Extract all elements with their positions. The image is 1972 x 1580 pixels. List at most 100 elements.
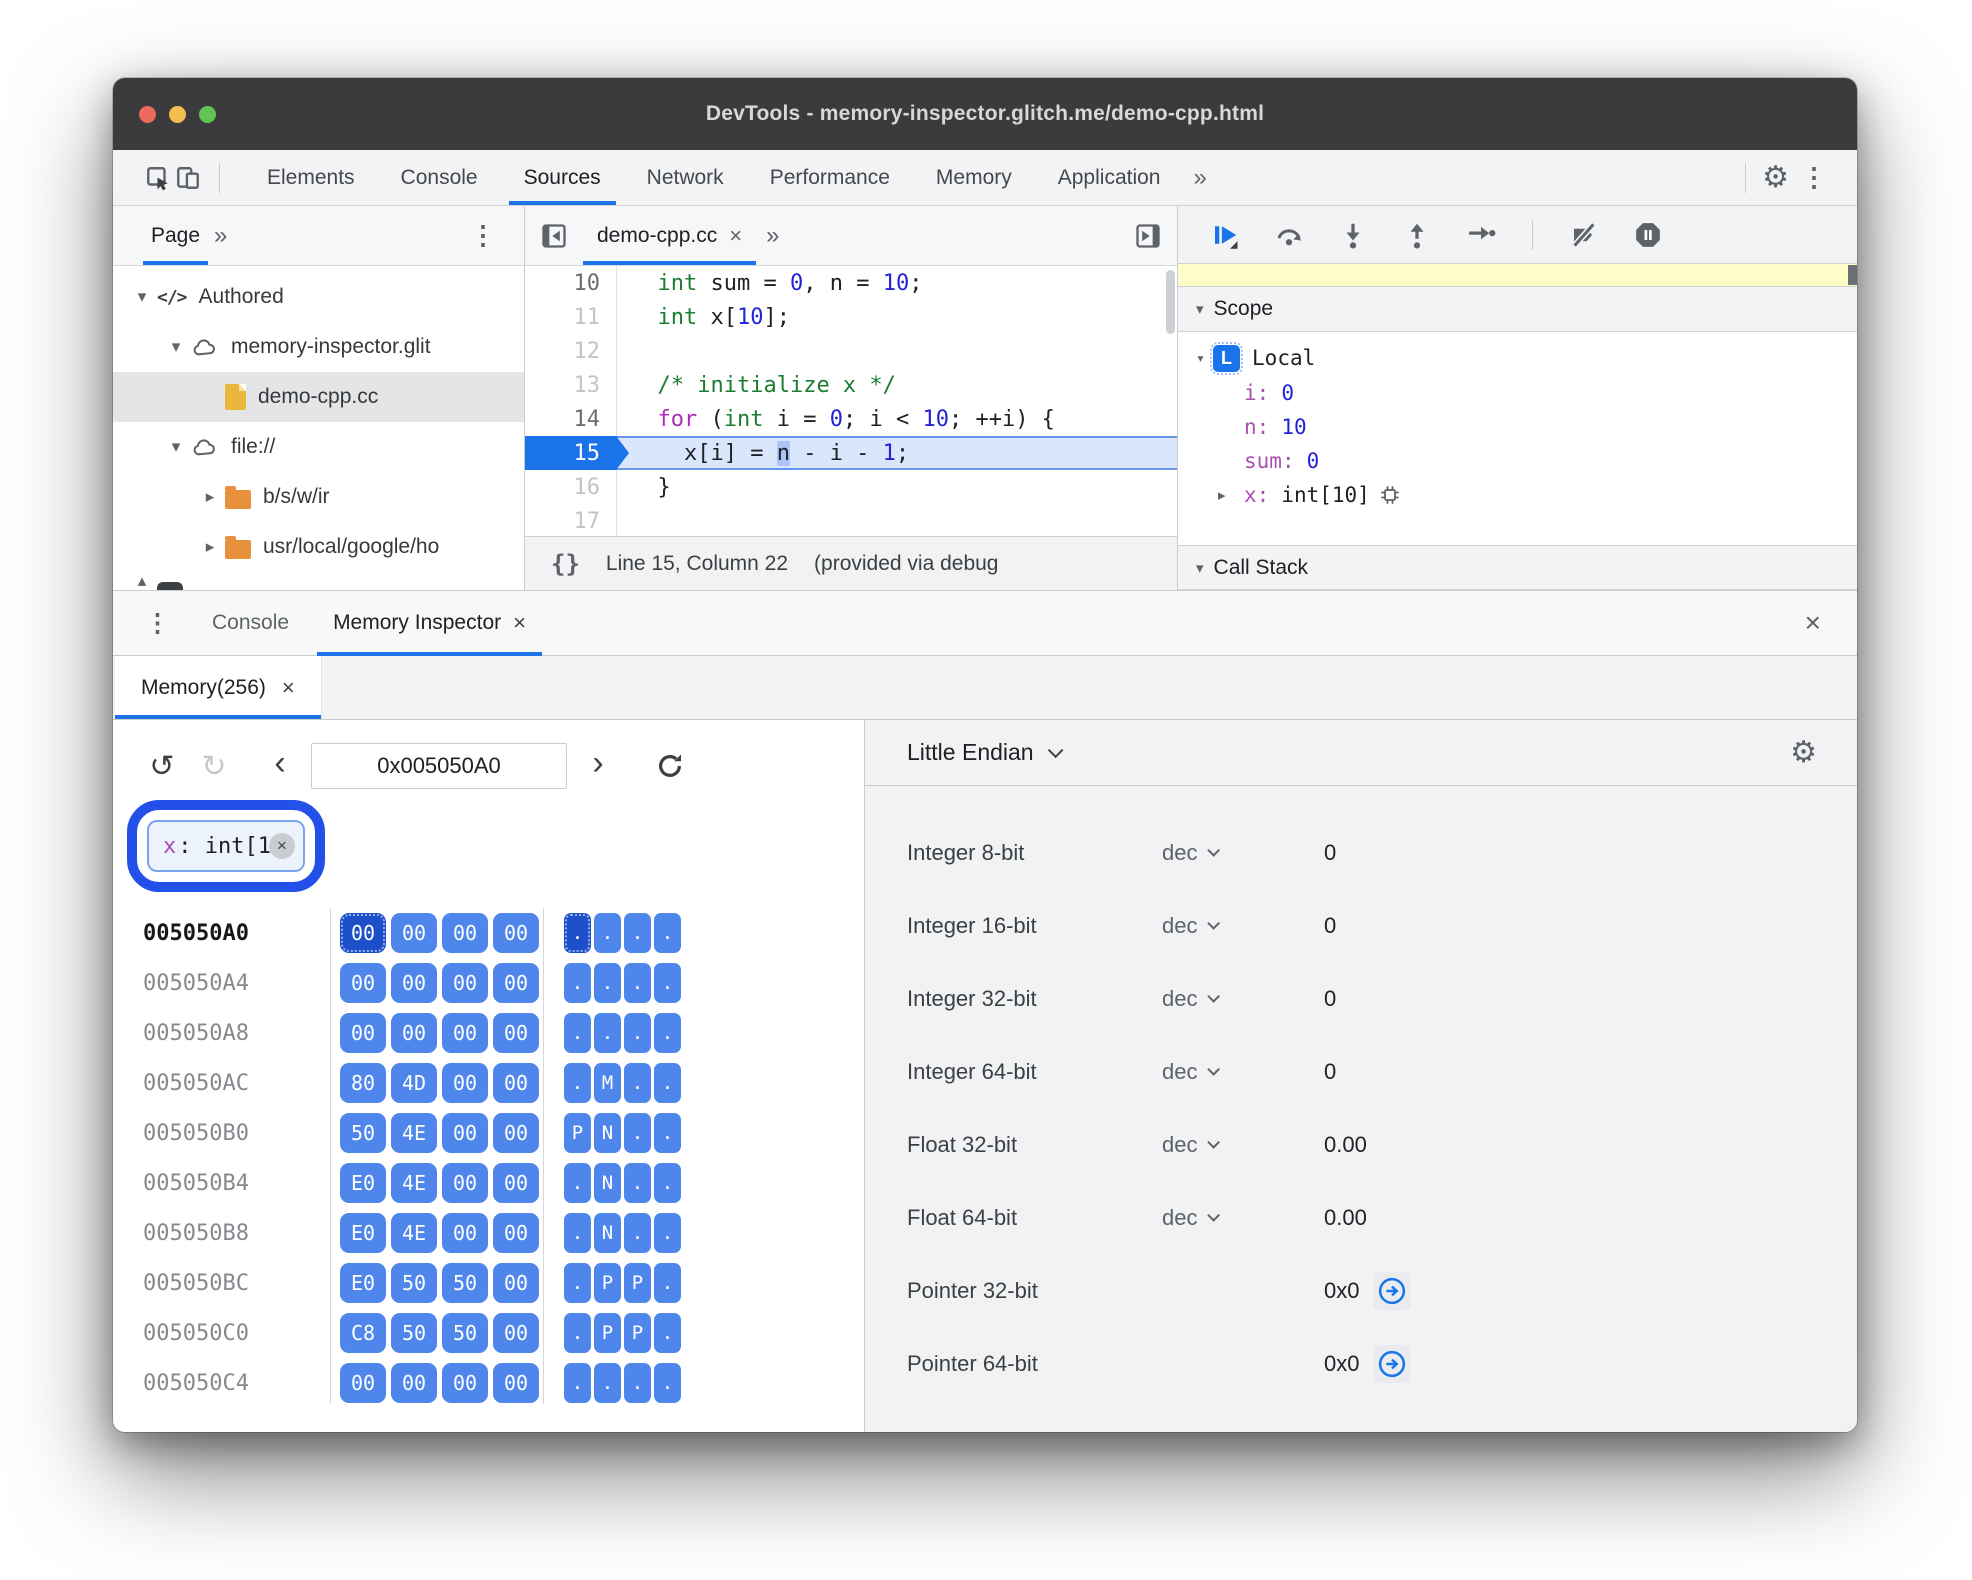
memory-chip-icon[interactable] xyxy=(1378,483,1402,507)
ascii-cell[interactable]: . xyxy=(594,913,621,953)
ascii-cell[interactable]: . xyxy=(654,963,681,1003)
ascii-cell[interactable]: . xyxy=(624,1163,651,1203)
ascii-cell[interactable]: . xyxy=(564,913,591,953)
ascii-cell[interactable]: M xyxy=(594,1063,621,1103)
more-tabs-icon[interactable]: » xyxy=(1183,164,1216,192)
byte-cell[interactable]: 00 xyxy=(442,1063,488,1103)
ascii-cell[interactable]: . xyxy=(624,963,651,1003)
jump-to-address-icon[interactable] xyxy=(1373,1271,1412,1310)
ascii-cell[interactable]: P xyxy=(594,1313,621,1353)
line-number[interactable]: 12 xyxy=(525,334,617,368)
byte-cell[interactable]: 00 xyxy=(442,1213,488,1253)
code-line-17[interactable]: 17 xyxy=(525,504,1177,536)
step-icon[interactable] xyxy=(1464,218,1498,252)
byte-cell[interactable]: 00 xyxy=(493,1113,539,1153)
tree-item-usr-local-google[interactable]: ▸ usr/local/google/ho xyxy=(113,522,524,572)
tab-console[interactable]: Console xyxy=(378,150,501,205)
ascii-cell[interactable]: . xyxy=(564,1263,591,1303)
close-tab-icon[interactable]: × xyxy=(729,223,742,249)
ascii-cell[interactable]: . xyxy=(594,1013,621,1053)
tab-page[interactable]: Page xyxy=(142,206,209,265)
ascii-cell[interactable]: . xyxy=(624,1013,651,1053)
main-menu-icon[interactable]: ⋮ xyxy=(1789,162,1839,193)
code-line-16[interactable]: 16 } xyxy=(525,470,1177,504)
ascii-cell[interactable]: . xyxy=(654,1063,681,1103)
byte-cell[interactable]: 00 xyxy=(391,1363,437,1403)
ascii-cell[interactable]: . xyxy=(624,1063,651,1103)
code-editor[interactable]: 10 int sum = 0, n = 10; 11 int x[10]; 12 13… xyxy=(525,266,1177,536)
ascii-cell[interactable]: . xyxy=(564,1363,591,1403)
ascii-cell[interactable]: . xyxy=(654,1313,681,1353)
tab-performance[interactable]: Performance xyxy=(747,150,913,205)
byte-cell[interactable]: 00 xyxy=(493,963,539,1003)
byte-cell[interactable]: 50 xyxy=(391,1263,437,1303)
byte-cell[interactable]: 00 xyxy=(340,1013,386,1053)
ascii-cell[interactable]: . xyxy=(594,963,621,1003)
code-line-12[interactable]: 12 xyxy=(525,334,1177,368)
navigator-more-tabs-icon[interactable]: » xyxy=(204,222,237,250)
line-number[interactable]: 14 xyxy=(525,402,617,436)
expand-arrow-icon[interactable]: ▸ xyxy=(1218,486,1244,504)
line-number[interactable]: 17 xyxy=(525,504,617,536)
editor-scrollbar[interactable] xyxy=(1166,270,1175,334)
undo-icon[interactable]: ↺ xyxy=(143,749,181,784)
ascii-cell[interactable]: . xyxy=(654,1363,681,1403)
line-number[interactable]: 15 xyxy=(525,436,629,470)
byte-cell[interactable]: 00 xyxy=(391,963,437,1003)
pause-on-exceptions-icon[interactable] xyxy=(1631,218,1665,252)
ascii-cell[interactable]: . xyxy=(654,1213,681,1253)
scope-local-row[interactable]: ▾ L Local xyxy=(1178,340,1857,376)
zoom-window-button[interactable] xyxy=(199,105,216,123)
ascii-cell[interactable]: . xyxy=(624,1363,651,1403)
byte-cell[interactable]: 00 xyxy=(442,963,488,1003)
tab-elements[interactable]: Elements xyxy=(244,150,378,205)
byte-cell[interactable]: 00 xyxy=(493,1213,539,1253)
redo-icon[interactable]: ↻ xyxy=(195,749,233,784)
tree-item-file-protocol[interactable]: ▾ file:// xyxy=(113,422,524,472)
byte-cell[interactable]: 00 xyxy=(442,1163,488,1203)
memory-tag-chip[interactable]: x : int[1 × xyxy=(147,820,305,872)
code-line-14[interactable]: 14 for (int i = 0; i < 10; ++i) { xyxy=(525,402,1177,436)
tree-item-memory-inspector-glitch[interactable]: ▾ memory-inspector.glit xyxy=(113,322,524,372)
ascii-cell[interactable]: . xyxy=(564,1013,591,1053)
byte-cell[interactable]: 4E xyxy=(391,1213,437,1253)
byte-cell[interactable]: 00 xyxy=(493,1013,539,1053)
tab-sources[interactable]: Sources xyxy=(501,150,624,205)
navigator-menu-icon[interactable]: ⋮ xyxy=(458,220,508,251)
ascii-cell[interactable]: . xyxy=(564,1063,591,1103)
format-select[interactable]: dec xyxy=(1162,986,1302,1012)
ascii-cell[interactable]: . xyxy=(564,963,591,1003)
byte-cell[interactable]: 4E xyxy=(391,1163,437,1203)
code-line-10[interactable]: 10 int sum = 0, n = 10; xyxy=(525,266,1177,300)
jump-to-address-icon[interactable] xyxy=(1373,1344,1412,1383)
tree-item-demo-cpp-cc[interactable]: demo-cpp.cc xyxy=(113,372,524,422)
scope-section-header[interactable]: ▾ Scope xyxy=(1178,287,1857,332)
ascii-cell[interactable]: . xyxy=(654,1113,681,1153)
collapse-navigator-icon[interactable] xyxy=(539,221,569,251)
tab-memory-256[interactable]: Memory(256) × xyxy=(115,656,322,719)
byte-cell[interactable]: 00 xyxy=(493,913,539,953)
sidebar-scrollbar-thumb[interactable] xyxy=(1848,265,1857,285)
minimize-window-button[interactable] xyxy=(169,105,186,123)
byte-cell[interactable]: 4E xyxy=(391,1113,437,1153)
byte-cell[interactable]: 00 xyxy=(493,1363,539,1403)
byte-cell[interactable]: 80 xyxy=(340,1063,386,1103)
tree-item-authored[interactable]: ▾ </> Authored xyxy=(113,272,524,322)
tab-demo-cpp-cc[interactable]: demo-cpp.cc × xyxy=(583,206,757,265)
step-out-icon[interactable] xyxy=(1400,218,1434,252)
call-stack-section-header[interactable]: ▾ Call Stack xyxy=(1178,545,1857,590)
refresh-icon[interactable] xyxy=(655,751,685,781)
ascii-cell[interactable]: P xyxy=(594,1263,621,1303)
resume-script-icon[interactable] xyxy=(1208,218,1242,252)
ascii-cell[interactable]: . xyxy=(654,913,681,953)
ascii-cell[interactable]: N xyxy=(594,1163,621,1203)
scope-var-i[interactable]: i:0 xyxy=(1178,376,1857,410)
byte-cell[interactable]: E0 xyxy=(340,1213,386,1253)
byte-cell[interactable]: 00 xyxy=(493,1263,539,1303)
byte-cell[interactable]: 00 xyxy=(493,1163,539,1203)
ascii-cell[interactable]: P xyxy=(624,1263,651,1303)
expand-debugger-icon[interactable] xyxy=(1133,221,1163,251)
byte-cell[interactable]: 00 xyxy=(493,1063,539,1103)
settings-gear-icon[interactable]: ⚙ xyxy=(1762,162,1789,193)
ascii-cell[interactable]: . xyxy=(654,1013,681,1053)
